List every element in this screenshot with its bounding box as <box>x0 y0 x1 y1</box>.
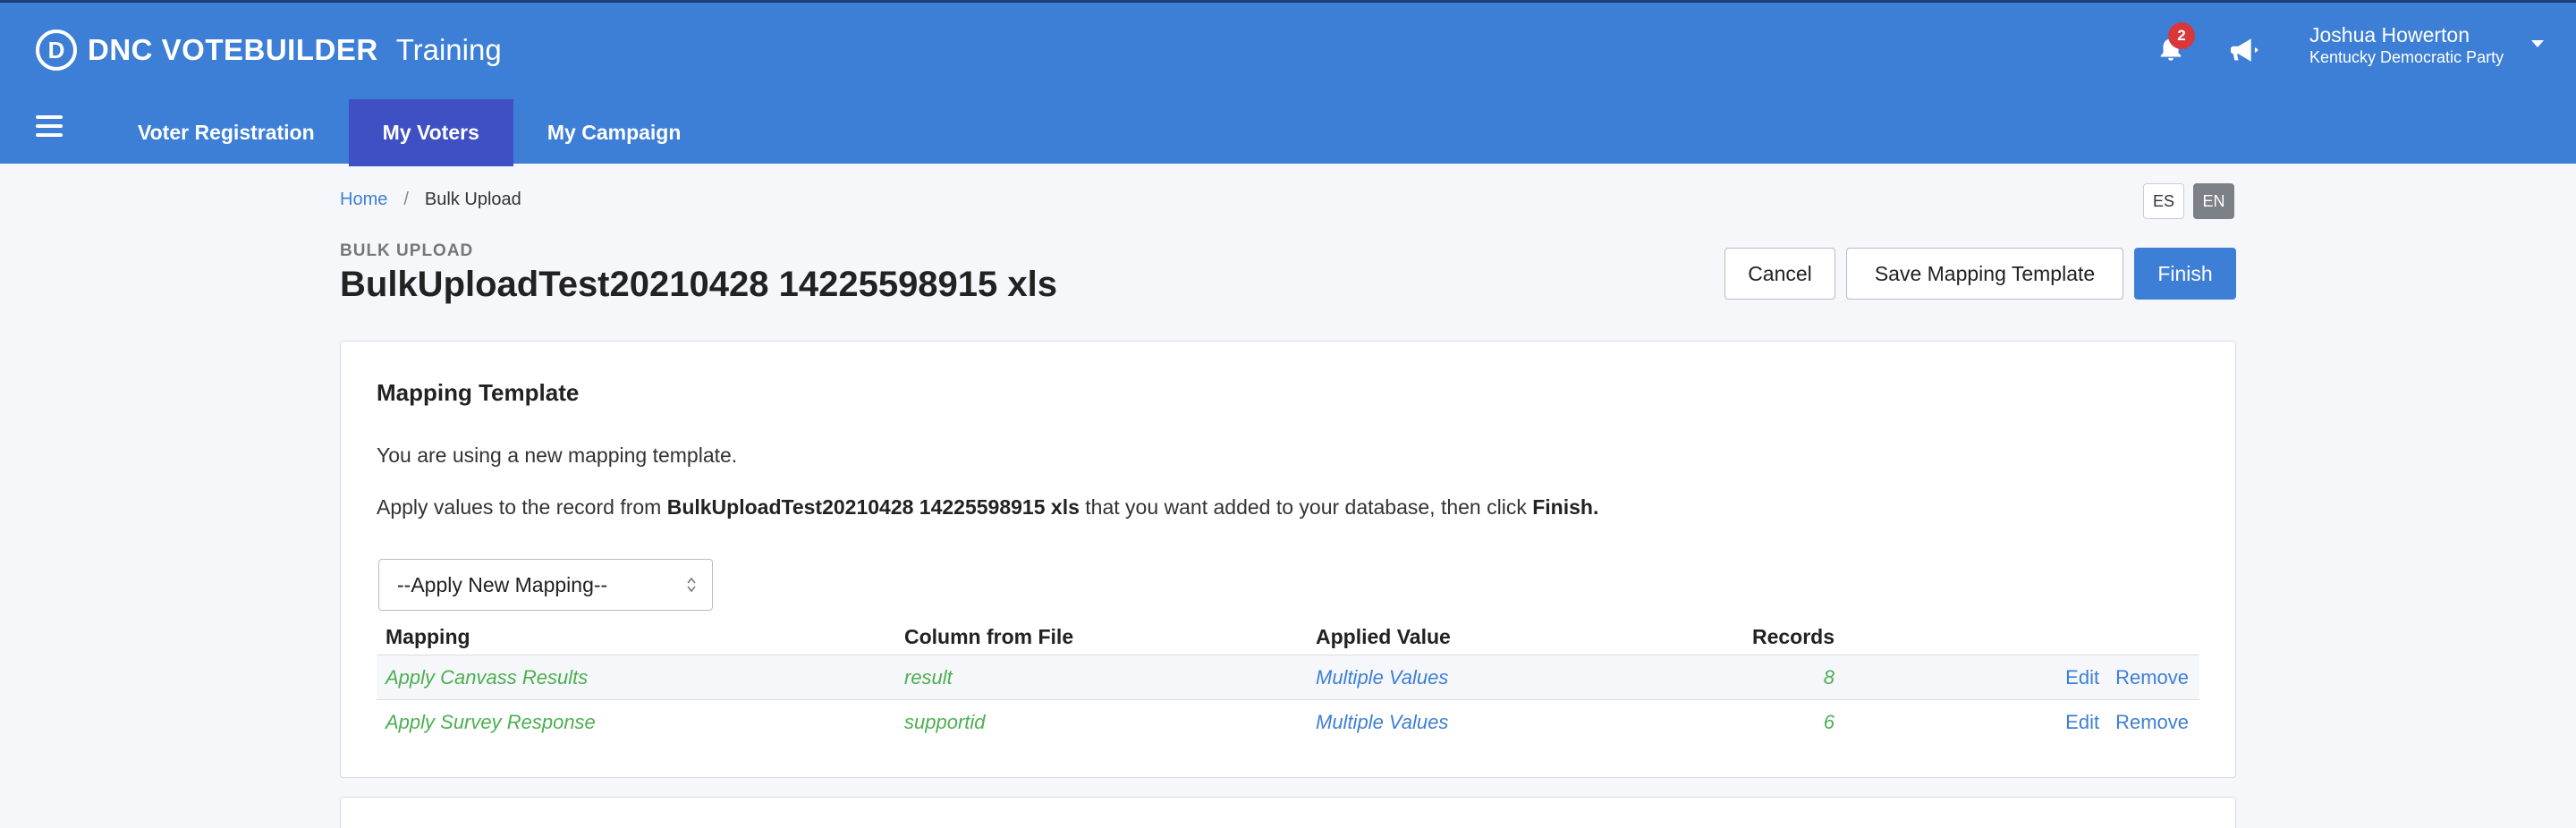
mapping-status-text: You are using a new mapping template. <box>377 444 738 467</box>
notification-badge: 2 <box>2168 22 2195 49</box>
caret-down-icon[interactable] <box>2531 40 2544 47</box>
column-header-applied-value: Applied Value <box>1316 624 1451 648</box>
instructions-finish: Finish. <box>1532 495 1599 519</box>
finish-button[interactable]: Finish <box>2134 248 2236 300</box>
table-row: Apply Canvass Results result Multiple Va… <box>377 655 2199 699</box>
environment-label: Training <box>395 33 502 66</box>
breadcrumb-separator: / <box>403 190 409 209</box>
row-mapping: Apply Survey Response <box>386 710 596 733</box>
row-mapping: Apply Canvass Results <box>386 665 589 689</box>
instructions-file-name: BulkUploadTest20210428 14225598915 xls <box>666 495 1080 519</box>
save-mapping-template-button[interactable]: Save Mapping Template <box>1846 248 2123 300</box>
user-menu[interactable]: Joshua Howerton Kentucky Democratic Part… <box>2309 22 2504 67</box>
page-eyebrow: BULK UPLOAD <box>340 241 474 260</box>
nav-my-campaign[interactable]: My Campaign <box>526 99 703 166</box>
instructions-prefix: Apply values to the record from <box>377 495 667 519</box>
brand[interactable]: D DNC VOTEBUILDER Training <box>36 30 502 71</box>
card-title: Mapping Template <box>377 379 580 406</box>
row-column: result <box>904 665 953 689</box>
remove-link[interactable]: Remove <box>2115 711 2189 733</box>
language-en-button[interactable]: EN <box>2193 183 2234 219</box>
column-header-records: Records <box>1751 624 1835 648</box>
select-value: --Apply New Mapping-- <box>397 572 608 596</box>
column-header-column-from-file: Column from File <box>904 624 1074 648</box>
column-header-mapping: Mapping <box>386 624 470 648</box>
mapping-table: Mapping Column from File Applied Value R… <box>377 619 2199 744</box>
breadcrumb-home[interactable]: Home <box>340 190 387 210</box>
remove-link[interactable]: Remove <box>2115 666 2189 689</box>
top-header: D DNC VOTEBUILDER Training 2 Joshua Howe… <box>0 0 2576 166</box>
row-applied-value[interactable]: Multiple Values <box>1316 666 1718 689</box>
user-organization: Kentucky Democratic Party <box>2309 48 2504 66</box>
edit-link[interactable]: Edit <box>2065 711 2099 733</box>
breadcrumb-current: Bulk Upload <box>424 190 521 209</box>
mapping-template-card: Mapping Template You are using a new map… <box>340 341 2236 778</box>
table-header: Mapping Column from File Applied Value R… <box>377 619 2199 655</box>
nav-voter-registration[interactable]: Voter Registration <box>116 99 336 166</box>
main-nav: Voter Registration My Voters My Campaign <box>116 99 702 166</box>
row-records: 6 <box>1823 710 1835 733</box>
cancel-button[interactable]: Cancel <box>1724 248 1835 300</box>
page-title: BulkUploadTest20210428 14225598915 xls <box>340 265 1058 304</box>
hamburger-icon[interactable] <box>36 115 63 137</box>
nav-my-voters[interactable]: My Voters <box>348 99 513 166</box>
row-actions: Edit Remove <box>1835 666 2199 689</box>
row-records: 8 <box>1823 665 1835 689</box>
megaphone-icon[interactable] <box>2231 37 2261 63</box>
row-applied-value[interactable]: Multiple Values <box>1316 711 1718 734</box>
brand-name: DNC VOTEBUILDER <box>88 33 378 66</box>
row-actions: Edit Remove <box>1835 711 2199 734</box>
row-column: supportid <box>904 710 986 733</box>
next-card <box>340 797 2236 828</box>
user-name: Joshua Howerton <box>2309 23 2470 46</box>
table-row: Apply Survey Response supportid Multiple… <box>377 699 2199 744</box>
instructions-middle: that you want added to your database, th… <box>1079 495 1533 519</box>
apply-new-mapping-select[interactable]: --Apply New Mapping-- <box>378 559 713 611</box>
language-es-button[interactable]: ES <box>2143 183 2184 219</box>
mapping-instructions: Apply values to the record from BulkUplo… <box>377 495 1598 520</box>
breadcrumb: Home / Bulk Upload <box>340 190 521 210</box>
edit-link[interactable]: Edit <box>2065 666 2099 689</box>
select-caret-icon <box>687 577 696 593</box>
dnc-logo-icon: D <box>36 30 77 71</box>
